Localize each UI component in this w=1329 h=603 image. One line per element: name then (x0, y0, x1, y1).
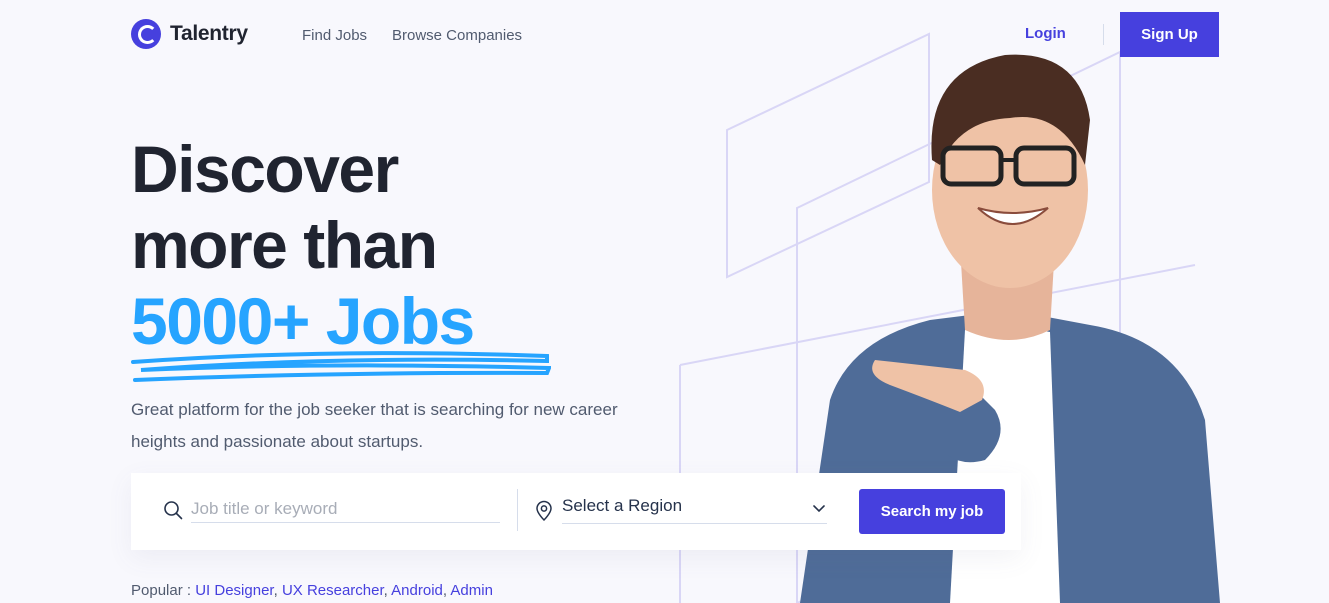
search-separator (517, 489, 518, 531)
popular-searches: Popular : UI Designer, UX Researcher, An… (131, 582, 493, 599)
brand-logo[interactable]: Talentry (131, 19, 248, 49)
nav-browse-companies[interactable]: Browse Companies (392, 27, 522, 44)
nav-find-jobs[interactable]: Find Jobs (302, 27, 367, 44)
search-my-job-button[interactable]: Search my job (859, 489, 1005, 534)
keyword-input[interactable] (191, 496, 500, 523)
popular-tag-android[interactable]: Android (391, 582, 443, 599)
popular-label: Popular : (131, 582, 192, 599)
hero-subtitle: Great platform for the job seeker that i… (131, 400, 618, 451)
hero-title-highlight: 5000+ Jobs (131, 284, 475, 358)
hero-title-line-2: more than (131, 208, 438, 282)
location-pin-icon (536, 500, 552, 522)
popular-tag-ux-researcher[interactable]: UX Researcher (282, 582, 384, 599)
hero-title-line-1: Discover (131, 132, 399, 206)
popular-tag-ui-designer[interactable]: UI Designer (195, 582, 273, 599)
brand-name: Talentry (170, 22, 248, 45)
logo-icon (131, 19, 161, 49)
chevron-down-icon[interactable] (812, 504, 826, 514)
search-icon (164, 501, 183, 520)
highlight-underline (131, 351, 551, 382)
popular-tag-admin[interactable]: Admin (450, 582, 493, 599)
region-select[interactable]: Select a Region (562, 496, 827, 524)
